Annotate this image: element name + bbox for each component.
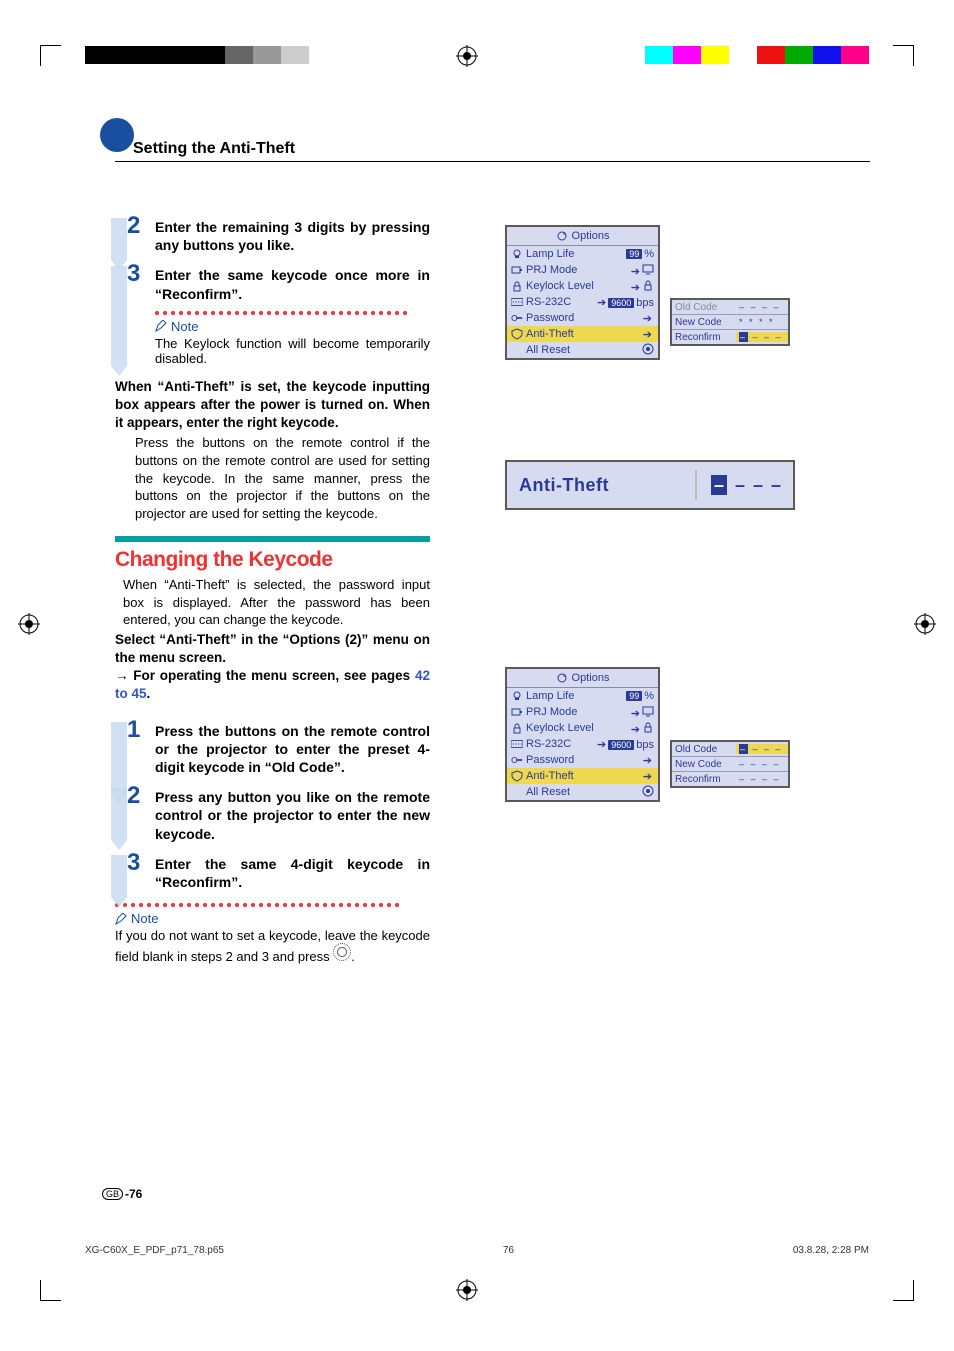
- paragraph-bold: Select “Anti-Theft” in the “Options (2)”…: [115, 631, 430, 667]
- dotted-divider: [115, 903, 430, 907]
- footer-page: 76: [503, 1245, 514, 1256]
- color-swatch: [225, 46, 253, 64]
- osd-row: Anti-Theft➔: [507, 326, 658, 342]
- enter-button-icon: [333, 943, 351, 961]
- osd-row: All Reset: [507, 342, 658, 358]
- keycode-panel: Old Code– – – –New Code– – – –Reconfirm–…: [670, 740, 790, 788]
- step-text: Enter the remaining 3 digits by pressing…: [155, 218, 430, 254]
- crop-mark: [40, 1280, 61, 1301]
- chapter-bullet-icon: [100, 118, 134, 152]
- step-number: 3: [127, 260, 140, 288]
- code-row: Reconfirm– – – –: [672, 772, 788, 786]
- paragraph-bold: When “Anti-Theft” is set, the keycode in…: [115, 378, 430, 433]
- code-row: New Code– – – –: [672, 757, 788, 772]
- osd-options-menu: OptionsLamp Life99%PRJ Mode➔Keylock Leve…: [505, 225, 660, 360]
- keycode-panel: Old Code– – – –New Code* * * *Reconfirm–…: [670, 298, 790, 346]
- color-swatch: [113, 46, 141, 64]
- step-text: Enter the same keycode once more in “Rec…: [155, 266, 430, 302]
- subsection-heading: Changing the Keycode: [115, 548, 430, 572]
- color-swatch: [169, 46, 197, 64]
- step-number: 1: [127, 716, 140, 744]
- registration-mark-icon: [456, 1279, 478, 1301]
- dotted-divider: [155, 311, 430, 315]
- step-number: 2: [127, 212, 140, 240]
- osd-row: Lamp Life99%: [507, 688, 658, 704]
- step-block: 3 Enter the same 4-digit keycode in “Rec…: [115, 855, 430, 891]
- footer-file: XG-C60X_E_PDF_p71_78.p65: [85, 1245, 224, 1256]
- code-row: New Code* * * *: [672, 315, 788, 330]
- osd-row: Password➔: [507, 310, 658, 326]
- paragraph-bold: → For operating the menu screen, see pag…: [115, 667, 430, 703]
- color-swatch: [141, 46, 169, 64]
- step-block: 3 Enter the same keycode once more in “R…: [115, 266, 430, 365]
- color-bar: [85, 46, 309, 64]
- anti-theft-label: Anti-Theft: [519, 475, 609, 496]
- color-swatch: [701, 46, 729, 64]
- step-block: 2 Enter the remaining 3 digits by pressi…: [115, 218, 430, 254]
- osd-options-menu: OptionsLamp Life99%PRJ Mode➔Keylock Leve…: [505, 667, 660, 802]
- anti-theft-prompt: Anti-Theft ––––: [505, 460, 795, 510]
- paragraph: Press the buttons on the remote control …: [135, 434, 430, 522]
- crop-mark: [40, 45, 61, 66]
- osd-row: Keylock Level➔: [507, 278, 658, 294]
- color-swatch: [729, 46, 757, 64]
- footer: XG-C60X_E_PDF_p71_78.p65 76 03.8.28, 2:2…: [85, 1245, 869, 1256]
- osd-row: Lamp Life99%: [507, 246, 658, 262]
- osd-title: Options: [507, 227, 658, 246]
- color-swatch: [813, 46, 841, 64]
- osd-row: Keylock Level➔: [507, 720, 658, 736]
- anti-theft-code-field: ––––: [695, 470, 781, 500]
- color-swatch: [85, 46, 113, 64]
- osd-row: Password➔: [507, 752, 658, 768]
- paragraph: When “Anti-Theft” is selected, the passw…: [123, 576, 430, 629]
- color-swatch: [645, 46, 673, 64]
- chevron-down-icon: [109, 855, 129, 915]
- code-row: Old Code– – – –: [672, 742, 788, 757]
- color-swatch: [253, 46, 281, 64]
- code-row: Old Code– – – –: [672, 300, 788, 315]
- color-bar: [645, 46, 869, 64]
- crop-mark: [893, 45, 914, 66]
- language-badge: GB: [102, 1188, 123, 1200]
- section-divider: [115, 536, 430, 542]
- osd-row: All Reset: [507, 784, 658, 800]
- registration-mark-icon: [18, 613, 40, 635]
- step-number: 3: [127, 849, 140, 877]
- crop-mark: [893, 1280, 914, 1301]
- osd-row: RS-232C➔9600bps: [507, 294, 658, 310]
- color-swatch: [757, 46, 785, 64]
- color-swatch: [785, 46, 813, 64]
- osd-row: Anti-Theft➔: [507, 768, 658, 784]
- step-number: 2: [127, 782, 140, 810]
- note-header: Note: [155, 319, 430, 334]
- osd-row: PRJ Mode➔: [507, 704, 658, 720]
- registration-mark-icon: [914, 613, 936, 635]
- chevron-down-icon: [109, 788, 129, 858]
- osd-title: Options: [507, 669, 658, 688]
- footer-date: 03.8.28, 2:28 PM: [793, 1245, 869, 1256]
- step-text: Enter the same 4-digit keycode in “Recon…: [155, 855, 430, 891]
- color-swatch: [281, 46, 309, 64]
- step-block: 2 Press any button you like on the remot…: [115, 788, 430, 843]
- step-text: Press the buttons on the remote control …: [155, 722, 430, 777]
- note-body: The Keylock function will become tempora…: [155, 336, 430, 366]
- step-block: 1 Press the buttons on the remote contro…: [115, 722, 430, 777]
- color-swatch: [197, 46, 225, 64]
- pencil-icon: [155, 320, 167, 332]
- osd-row: RS-232C➔9600bps: [507, 736, 658, 752]
- registration-mark-icon: [456, 45, 478, 67]
- chevron-down-icon: [109, 266, 129, 386]
- note-body: If you do not want to set a keycode, lea…: [115, 928, 430, 964]
- step-text: Press any button you like on the remote …: [155, 788, 430, 843]
- page-number: GB -76: [102, 1187, 142, 1201]
- color-swatch: [673, 46, 701, 64]
- color-swatch: [841, 46, 869, 64]
- section-title: Setting the Anti-Theft: [133, 140, 295, 158]
- note-header: Note: [115, 911, 430, 926]
- osd-row: PRJ Mode➔: [507, 262, 658, 278]
- divider: [115, 161, 870, 162]
- code-row: Reconfirm– – – –: [672, 330, 788, 344]
